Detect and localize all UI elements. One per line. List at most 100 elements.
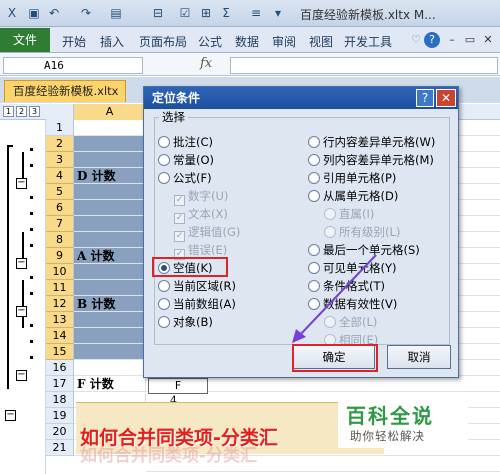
help-icon[interactable]: ? <box>424 32 440 48</box>
radio-icon[interactable] <box>158 298 170 310</box>
option-formulas[interactable]: 公式(F) <box>158 171 212 185</box>
close-button[interactable]: ✕ <box>436 89 456 107</box>
row-header-8[interactable]: 8 <box>46 232 74 248</box>
radio-icon[interactable] <box>308 172 320 184</box>
row-header-20[interactable]: 20 <box>46 424 74 440</box>
cell-a17[interactable]: F 计数 <box>74 376 146 392</box>
cell-a2[interactable] <box>74 136 146 152</box>
radio-icon[interactable] <box>158 172 170 184</box>
option-column-differences[interactable]: 列内容差异单元格(M) <box>308 153 434 167</box>
cancel-button[interactable]: 取消 <box>387 345 451 369</box>
sum-icon[interactable]: Σ <box>218 5 234 21</box>
column-header-a[interactable]: A <box>74 104 146 120</box>
cell-a6[interactable] <box>74 200 146 216</box>
formula-input[interactable] <box>230 57 498 74</box>
restore-window-icon[interactable]: ▭ <box>462 32 478 48</box>
align-icon[interactable]: ≡ <box>248 5 264 21</box>
row-header-7[interactable]: 7 <box>46 216 74 232</box>
collapse-icon[interactable]: − <box>16 178 27 189</box>
outline-level-3[interactable]: 3 <box>29 106 40 117</box>
radio-icon[interactable] <box>308 136 320 148</box>
outline-level-1[interactable]: 1 <box>3 106 14 117</box>
option-current-region[interactable]: 当前区域(R) <box>158 279 236 293</box>
cell-a11[interactable] <box>74 280 146 296</box>
border-icon[interactable]: ⊞ <box>198 5 214 21</box>
print-preview-icon[interactable]: ▤ <box>108 5 124 21</box>
collapse-icon[interactable]: − <box>16 370 27 381</box>
row-header-5[interactable]: 5 <box>46 184 74 200</box>
close-window-icon[interactable]: ✕ <box>480 32 496 48</box>
collapse-icon[interactable]: − <box>16 258 27 269</box>
filter-icon[interactable]: ⊟ <box>150 5 166 21</box>
row-header-16[interactable]: 16 <box>46 360 74 376</box>
cell-a1[interactable] <box>74 120 146 136</box>
save-icon[interactable]: ▣ <box>26 5 42 21</box>
fx-icon[interactable]: fx <box>200 56 212 71</box>
help-button[interactable]: ? <box>416 89 434 107</box>
cell-a9[interactable]: A 计数 <box>74 248 146 264</box>
cell-a8[interactable] <box>74 232 146 248</box>
row-header-3[interactable]: 3 <box>46 152 74 168</box>
option-comments[interactable]: 批注(C) <box>158 135 213 149</box>
row-header-10[interactable]: 10 <box>46 264 74 280</box>
cell-a10[interactable] <box>74 264 146 280</box>
row-header-4[interactable]: 4 <box>46 168 74 184</box>
undo-icon[interactable]: ↶ <box>46 5 62 21</box>
redo-icon[interactable]: ↷ <box>78 5 94 21</box>
row-header-2[interactable]: 2 <box>46 136 74 152</box>
select-all-corner[interactable] <box>46 104 74 120</box>
collapse-icon[interactable]: − <box>5 410 16 421</box>
option-current-array[interactable]: 当前数组(A) <box>158 297 236 311</box>
row-header-17[interactable]: 17 <box>46 376 74 392</box>
row-header-11[interactable]: 11 <box>46 280 74 296</box>
cell-a7[interactable] <box>74 216 146 232</box>
cell-a12[interactable]: B 计数 <box>74 296 146 312</box>
option-precedents[interactable]: 引用单元格(P) <box>308 171 396 185</box>
row-header-1[interactable]: 1 <box>46 120 74 136</box>
collapse-icon[interactable]: − <box>16 306 27 317</box>
cell-a4[interactable]: D 计数 <box>74 168 146 184</box>
tab-view[interactable]: 视图 <box>309 33 333 50</box>
tab-developer[interactable]: 开发工具 <box>344 33 392 50</box>
option-row-differences[interactable]: 行内容差异单元格(W) <box>308 135 435 149</box>
cell-a16[interactable] <box>74 360 146 376</box>
cell-a15[interactable] <box>74 344 146 360</box>
cell-a3[interactable] <box>74 152 146 168</box>
radio-icon[interactable] <box>158 154 170 166</box>
cell-a13[interactable] <box>74 312 146 328</box>
radio-icon[interactable] <box>158 136 170 148</box>
checkbox-icon[interactable]: ☑ <box>177 5 193 21</box>
radio-icon[interactable] <box>308 190 320 202</box>
minimize-ribbon-icon[interactable]: ♡ <box>408 32 424 48</box>
row-header-21[interactable]: 21 <box>46 440 74 456</box>
radio-icon[interactable] <box>158 280 170 292</box>
tab-insert[interactable]: 插入 <box>100 33 124 50</box>
tab-formulas[interactable]: 公式 <box>198 33 222 50</box>
cell-a5[interactable] <box>74 184 146 200</box>
row-header-9[interactable]: 9 <box>46 248 74 264</box>
option-objects[interactable]: 对象(B) <box>158 315 213 329</box>
tab-home[interactable]: 开始 <box>62 33 86 50</box>
option-dependents[interactable]: 从属单元格(D) <box>308 189 398 203</box>
minimize-window-icon[interactable]: – <box>444 32 460 48</box>
row-header-18[interactable]: 18 <box>46 392 74 408</box>
tab-page-layout[interactable]: 页面布局 <box>139 33 187 50</box>
customize-icon[interactable]: ▾ <box>270 5 286 21</box>
row-header-14[interactable]: 14 <box>46 328 74 344</box>
option-constants[interactable]: 常量(O) <box>158 153 214 167</box>
tab-review[interactable]: 审阅 <box>272 33 296 50</box>
row-header-13[interactable]: 13 <box>46 312 74 328</box>
row-header-12[interactable]: 12 <box>46 296 74 312</box>
row-header-19[interactable]: 19 <box>46 408 74 424</box>
excel-icon[interactable]: X <box>4 5 20 21</box>
outline-level-2[interactable]: 2 <box>16 106 27 117</box>
document-tab[interactable]: 百度经验新模板.xltx <box>4 80 126 102</box>
name-box[interactable]: A16 <box>3 57 143 74</box>
cell-a14[interactable] <box>74 328 146 344</box>
tab-file[interactable]: 文件 <box>0 28 50 52</box>
tab-data[interactable]: 数据 <box>235 33 259 50</box>
radio-icon[interactable] <box>158 316 170 328</box>
row-header-15[interactable]: 15 <box>46 344 74 360</box>
radio-icon[interactable] <box>308 154 320 166</box>
row-header-6[interactable]: 6 <box>46 200 74 216</box>
